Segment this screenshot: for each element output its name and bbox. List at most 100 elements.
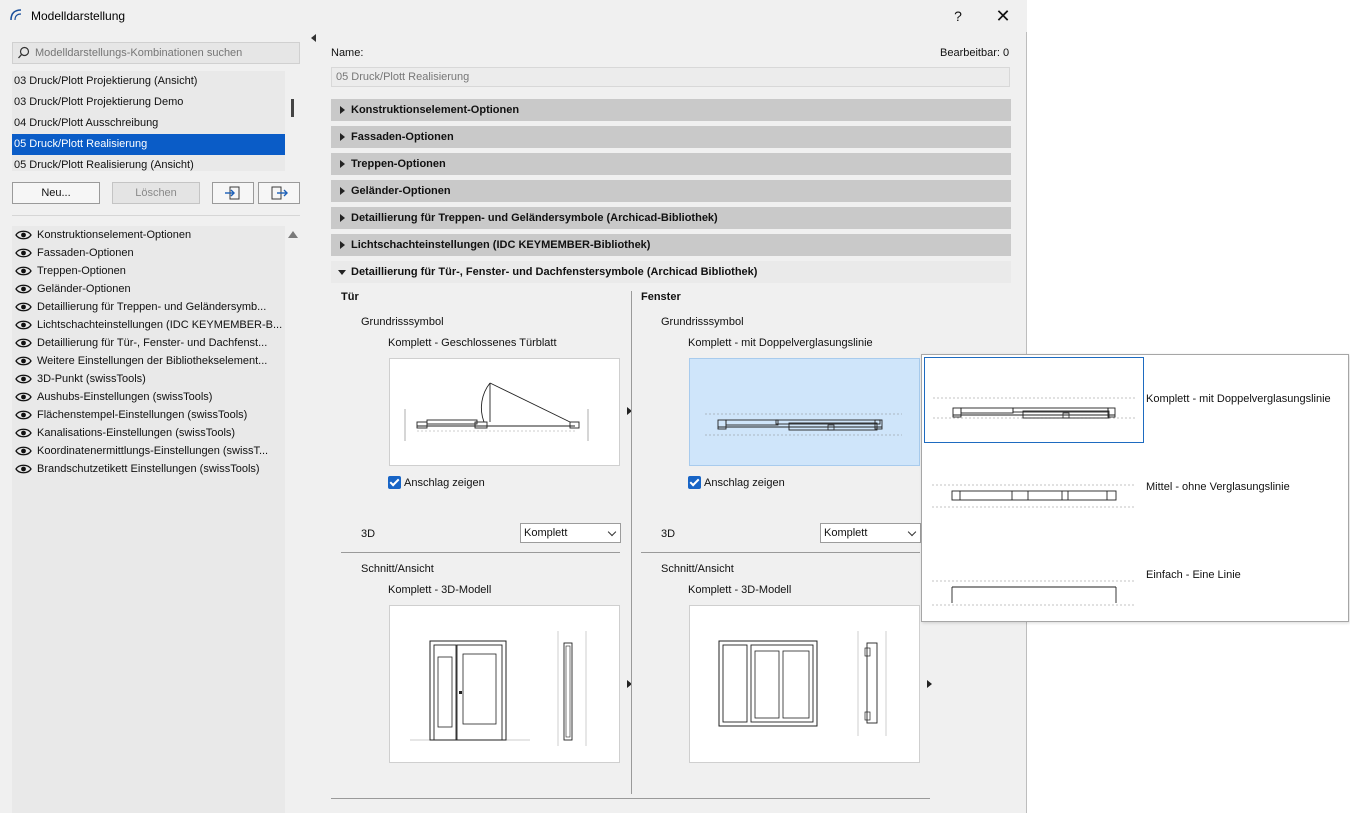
- eye-icon[interactable]: [15, 265, 32, 277]
- eye-icon[interactable]: [15, 247, 32, 259]
- window-3d-select[interactable]: Komplett: [820, 523, 921, 543]
- section-label: Konstruktionselement-Optionen: [351, 104, 520, 116]
- expand-triangle-icon: [340, 214, 345, 222]
- door-section-preview[interactable]: [389, 605, 632, 763]
- section-lightwell-settings[interactable]: Lichtschachteinstellungen (IDC KEYMEMBER…: [331, 234, 1011, 256]
- search-input[interactable]: [35, 45, 295, 61]
- window-plan-symbol-preview[interactable]: [689, 358, 932, 466]
- option-list-item[interactable]: Detaillierung für Tür-, Fenster- und Dac…: [12, 334, 285, 352]
- option-list-label: Konstruktionselement-Optionen: [37, 229, 192, 241]
- option-list-item[interactable]: Weitere Einstellungen der Bibliotheksele…: [12, 352, 285, 370]
- collapse-panel-icon[interactable]: [311, 34, 316, 42]
- expand-triangle-icon: [340, 106, 345, 114]
- option-list-item[interactable]: Koordinatenermittlungs-Einstellungen (sw…: [12, 442, 285, 460]
- section-railing-options[interactable]: Geländer-Optionen: [331, 180, 1011, 202]
- popup-option-medium-no-glazing[interactable]: Mittel - ohne Verglasungslinie: [922, 443, 1350, 531]
- window-show-swing-label: Anschlag zeigen: [704, 477, 785, 489]
- door-section-value: Komplett - 3D-Modell: [388, 584, 492, 596]
- door-3d-select-value: Komplett: [524, 527, 568, 539]
- section-label: Detaillierung für Tür-, Fenster- und Dac…: [351, 266, 758, 278]
- door-elevation-icon: [410, 631, 587, 746]
- combination-list-scrollbar[interactable]: [291, 99, 294, 117]
- door-3d-select[interactable]: Komplett: [520, 523, 621, 543]
- help-button[interactable]: ?: [946, 4, 970, 28]
- popup-option-thumbnail: [924, 533, 1144, 619]
- eye-icon[interactable]: [15, 445, 32, 457]
- import-button[interactable]: [212, 182, 254, 204]
- eye-icon[interactable]: [15, 337, 32, 349]
- section-door-window-symbols[interactable]: Detaillierung für Tür-, Fenster- und Dac…: [331, 261, 1011, 283]
- option-list-label: Geländer-Optionen: [37, 283, 131, 295]
- combination-item[interactable]: 05 Druck/Plott Realisierung (Ansicht): [12, 155, 285, 171]
- option-list-item[interactable]: Lichtschachteinstellungen (IDC KEYMEMBER…: [12, 316, 285, 334]
- window-complete-symbol-icon: [933, 397, 1135, 419]
- combination-item[interactable]: 04 Druck/Plott Ausschreibung: [12, 113, 285, 134]
- eye-icon[interactable]: [15, 427, 32, 439]
- door-plan-symbol-preview[interactable]: [389, 358, 632, 466]
- popup-option-simple-one-line[interactable]: Einfach - Eine Linie: [922, 531, 1350, 619]
- expand-popup-icon[interactable]: [927, 680, 932, 688]
- combination-item-selected[interactable]: 05 Druck/Plott Realisierung: [12, 134, 285, 155]
- eye-icon[interactable]: [15, 463, 32, 475]
- name-label: Name:: [331, 47, 364, 59]
- window-elevation-icon: [718, 631, 887, 736]
- window-show-swing-checkbox[interactable]: [688, 476, 701, 489]
- export-icon: [271, 186, 288, 200]
- eye-icon[interactable]: [15, 229, 32, 241]
- section-facade-options[interactable]: Fassaden-Optionen: [331, 126, 1011, 148]
- section-stair-railing-symbols[interactable]: Detaillierung für Treppen- und Geländers…: [331, 207, 1011, 229]
- section-construction-element-options[interactable]: Konstruktionselement-Optionen: [331, 99, 1011, 121]
- option-list-item[interactable]: Kanalisations-Einstellungen (swissTools): [12, 424, 285, 442]
- eye-icon[interactable]: [15, 319, 32, 331]
- option-list-item[interactable]: 3D-Punkt (swissTools): [12, 370, 285, 388]
- eye-icon[interactable]: [15, 355, 32, 367]
- delete-button[interactable]: Löschen: [112, 182, 200, 204]
- option-list-item[interactable]: Konstruktionselement-Optionen: [12, 226, 285, 244]
- option-list-item[interactable]: Flächenstempel-Einstellungen (swissTools…: [12, 406, 285, 424]
- option-list-label: Brandschutzetikett Einstellungen (swissT…: [37, 463, 260, 475]
- door-3d-label: 3D: [361, 528, 376, 540]
- option-list-item[interactable]: Fassaden-Optionen: [12, 244, 285, 262]
- popup-option-complete-double-glazing[interactable]: Komplett - mit Doppelverglasungslinie: [922, 355, 1350, 443]
- option-list-scroll-up-icon[interactable]: [288, 231, 298, 238]
- option-list-label: Detaillierung für Tür-, Fenster- und Dac…: [37, 337, 268, 349]
- combination-item[interactable]: 03 Druck/Plott Projektierung Demo: [12, 92, 285, 113]
- bottom-separator: [331, 798, 930, 799]
- combination-item[interactable]: 03 Druck/Plott Projektierung (Ansicht): [12, 71, 285, 92]
- door-plan-symbol-label: Grundrisssymbol: [361, 316, 444, 328]
- close-button[interactable]: ✕: [990, 4, 1016, 28]
- new-button[interactable]: Neu...: [12, 182, 100, 204]
- option-list[interactable]: Konstruktionselement-Optionen Fassaden-Op…: [12, 226, 285, 813]
- eye-icon[interactable]: [15, 301, 32, 313]
- window-section-value: Komplett - 3D-Modell: [688, 584, 792, 596]
- archicad-logo-icon: [10, 9, 22, 21]
- combination-list[interactable]: 03 Druck/Plott Projektierung (Ansicht) 0…: [12, 71, 285, 171]
- option-list-item[interactable]: Detaillierung für Treppen- und Geländers…: [12, 298, 285, 316]
- option-list-item[interactable]: Treppen-Optionen: [12, 262, 285, 280]
- door-show-swing-checkbox[interactable]: [388, 476, 401, 489]
- column-separator: [631, 291, 632, 794]
- editable-count-label: Bearbeitbar: 0: [940, 47, 1010, 59]
- door-column-title: Tür: [341, 291, 359, 303]
- eye-icon[interactable]: [15, 391, 32, 403]
- window-simple-symbol-icon: [932, 580, 1134, 606]
- option-list-label: Fassaden-Optionen: [37, 247, 134, 259]
- export-button[interactable]: [258, 182, 300, 204]
- door-show-swing-label: Anschlag zeigen: [404, 477, 485, 489]
- option-list-label: Aushubs-Einstellungen (swissTools): [37, 391, 213, 403]
- search-box[interactable]: [12, 42, 300, 64]
- section-label: Fassaden-Optionen: [351, 131, 454, 143]
- window-3d-select-value: Komplett: [824, 527, 868, 539]
- option-list-label: Weitere Einstellungen der Bibliotheksele…: [37, 355, 268, 367]
- name-field[interactable]: 05 Druck/Plott Realisierung: [331, 67, 1010, 87]
- chevron-down-icon: [607, 527, 617, 537]
- window-title: Modelldarstellung: [31, 9, 126, 23]
- option-list-item[interactable]: Aushubs-Einstellungen (swissTools): [12, 388, 285, 406]
- eye-icon[interactable]: [15, 409, 32, 421]
- option-list-item[interactable]: Brandschutzetikett Einstellungen (swissT…: [12, 460, 285, 478]
- section-stair-options[interactable]: Treppen-Optionen: [331, 153, 1011, 175]
- eye-icon[interactable]: [15, 283, 32, 295]
- eye-icon[interactable]: [15, 373, 32, 385]
- option-list-item[interactable]: Geländer-Optionen: [12, 280, 285, 298]
- window-section-preview[interactable]: [689, 605, 932, 763]
